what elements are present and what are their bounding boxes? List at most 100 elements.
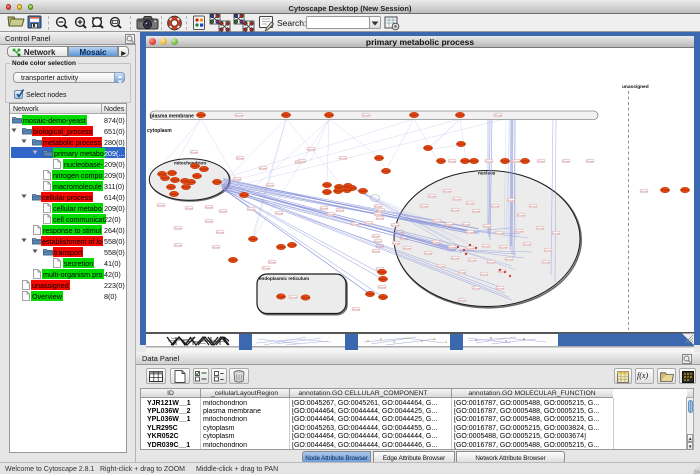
svg-text:GO:nnn: GO:nnn — [640, 191, 648, 193]
svg-text:YALnnn: YALnnn — [470, 160, 479, 163]
svg-text:YALnnn: YALnnn — [501, 160, 510, 163]
svg-text:GO:nnn: GO:nnn — [190, 152, 198, 154]
svg-text:GO:nnn: GO:nnn — [268, 262, 276, 264]
svg-text:YALnnn: YALnnn — [168, 172, 177, 175]
svg-text:GO:nnn: GO:nnn — [445, 224, 453, 226]
svg-text:GO:nnn: GO:nnn — [451, 258, 459, 260]
svg-text:GO:nnn: GO:nnn — [482, 246, 490, 248]
svg-text:YALnnn: YALnnn — [661, 189, 670, 192]
svg-text:YALnnn: YALnnn — [343, 189, 352, 192]
svg-text:nucleus: nucleus — [478, 171, 496, 176]
svg-text:GO:nnn: GO:nnn — [448, 247, 456, 249]
svg-text:GO:nnn: GO:nnn — [542, 262, 550, 264]
svg-text:GO:nnn: GO:nnn — [392, 243, 400, 245]
svg-text:GO:nnn: GO:nnn — [505, 259, 513, 261]
svg-text:GO:nnn: GO:nnn — [453, 199, 461, 201]
svg-text:YALnnn: YALnnn — [457, 143, 466, 146]
svg-text:YALnnn: YALnnn — [301, 296, 310, 299]
svg-text:YALnnn: YALnnn — [681, 189, 690, 192]
svg-text:YALnnn: YALnnn — [249, 238, 258, 241]
svg-text:GO:nnn: GO:nnn — [339, 158, 347, 160]
svg-text:GO:nnn: GO:nnn — [491, 206, 499, 208]
svg-text:YALnnn: YALnnn — [288, 244, 297, 247]
svg-text:GO:nnn: GO:nnn — [374, 214, 382, 216]
svg-text:GO:nnn: GO:nnn — [468, 260, 476, 262]
svg-text:GO:nnn: GO:nnn — [487, 262, 495, 264]
svg-text:GO:nnn: GO:nnn — [462, 224, 470, 226]
svg-text:GO:nnn: GO:nnn — [376, 218, 384, 220]
svg-text:YALnnn: YALnnn — [200, 168, 209, 171]
svg-text:GO:nnn: GO:nnn — [212, 247, 220, 249]
svg-text:GO:nnn: GO:nnn — [352, 309, 360, 311]
svg-text:YALnnn: YALnnn — [229, 259, 238, 262]
svg-text:YALnnn: YALnnn — [161, 177, 170, 180]
svg-text:YALnnn: YALnnn — [182, 186, 191, 189]
svg-text:YALnnn: YALnnn — [366, 293, 375, 296]
svg-text:GO:nnn: GO:nnn — [432, 242, 440, 244]
svg-text:GO:nnn: GO:nnn — [529, 206, 537, 208]
svg-text:YALnnn: YALnnn — [191, 165, 200, 168]
svg-text:GO:nnn: GO:nnn — [466, 232, 474, 234]
svg-text:GO:nnn: GO:nnn — [403, 248, 411, 250]
svg-text:GO:nnn: GO:nnn — [507, 200, 515, 202]
svg-text:GO:nnn: GO:nnn — [374, 206, 382, 208]
svg-text:GO:nnn: GO:nnn — [458, 272, 466, 274]
svg-text:GO:nnn: GO:nnn — [523, 244, 531, 246]
svg-text:YALnnn: YALnnn — [277, 246, 286, 249]
svg-text:YALnnn: YALnnn — [193, 175, 202, 178]
svg-text:YALnnn: YALnnn — [213, 181, 222, 184]
svg-text:GO:nnn: GO:nnn — [320, 208, 328, 210]
svg-text:GO:nnn: GO:nnn — [365, 223, 373, 225]
svg-text:GO:nnn: GO:nnn — [262, 268, 270, 270]
svg-text:GO:nnn: GO:nnn — [266, 185, 274, 187]
svg-text:GO:nnn: GO:nnn — [424, 253, 432, 255]
svg-text:GO:nnn: GO:nnn — [216, 232, 224, 234]
svg-text:GO:nnn: GO:nnn — [219, 211, 227, 213]
svg-text:GO:nnn: GO:nnn — [466, 248, 474, 250]
svg-text:YALnnn: YALnnn — [410, 114, 419, 117]
svg-text:YALnnn: YALnnn — [171, 179, 180, 182]
svg-text:GO:nnn: GO:nnn — [336, 210, 344, 212]
svg-text:GO:nnn: GO:nnn — [485, 161, 493, 163]
svg-text:cytoplasm: cytoplasm — [147, 128, 172, 134]
svg-text:YALnnn: YALnnn — [424, 147, 433, 150]
svg-text:GO:nnn: GO:nnn — [351, 224, 359, 226]
svg-text:YALnnn: YALnnn — [170, 193, 179, 196]
svg-text:GO:nnn: GO:nnn — [327, 214, 335, 216]
svg-text:GO:nnn: GO:nnn — [472, 288, 480, 290]
svg-text:GO:nnn: GO:nnn — [544, 250, 552, 252]
svg-text:GO:nnn: GO:nnn — [247, 209, 255, 211]
svg-text:YALnnn: YALnnn — [282, 114, 291, 117]
svg-text:GO:nnn: GO:nnn — [420, 206, 428, 208]
svg-text:GO:nnn: GO:nnn — [174, 245, 182, 247]
svg-text:GO:nnn: GO:nnn — [517, 215, 525, 217]
svg-text:GO:nnn: GO:nnn — [307, 149, 315, 151]
svg-text:GO:nnn: GO:nnn — [458, 300, 466, 302]
svg-text:GO:nnn: GO:nnn — [483, 226, 491, 228]
svg-text:plasma membrane: plasma membrane — [150, 114, 194, 120]
svg-text:GO:nnn: GO:nnn — [233, 179, 241, 181]
svg-text:GO:nnn: GO:nnn — [451, 210, 459, 212]
svg-text:GO:nnn: GO:nnn — [494, 115, 502, 117]
svg-text:GO:nnn: GO:nnn — [512, 161, 520, 163]
svg-text:YALnnn: YALnnn — [359, 190, 368, 193]
svg-text:endoplasmic reticulum: endoplasmic reticulum — [259, 276, 309, 281]
svg-text:YALnnn: YALnnn — [375, 157, 384, 160]
svg-text:GO:nnn: GO:nnn — [536, 228, 544, 230]
svg-text:GO:nnn: GO:nnn — [537, 161, 545, 163]
svg-text:GO:nnn: GO:nnn — [289, 297, 297, 299]
svg-text:YALnnn: YALnnn — [277, 295, 286, 298]
svg-text:GO:nnn: GO:nnn — [298, 161, 306, 163]
svg-text:GO:nnn: GO:nnn — [259, 168, 267, 170]
svg-text:GO:nnn: GO:nnn — [515, 231, 523, 233]
svg-text:GO:nnn: GO:nnn — [362, 115, 370, 117]
svg-text:YALnnn: YALnnn — [521, 160, 530, 163]
svg-text:GO:nnn: GO:nnn — [472, 211, 480, 213]
svg-text:GO:nnn: GO:nnn — [437, 266, 445, 268]
svg-text:GO:nnn: GO:nnn — [372, 236, 380, 238]
svg-text:YALnnn: YALnnn — [461, 160, 470, 163]
svg-text:GO:nnn: GO:nnn — [499, 247, 507, 249]
svg-text:YALnnn: YALnnn — [323, 191, 332, 194]
svg-text:YALnnn: YALnnn — [323, 184, 332, 187]
svg-text:GO:nnn: GO:nnn — [448, 161, 456, 163]
